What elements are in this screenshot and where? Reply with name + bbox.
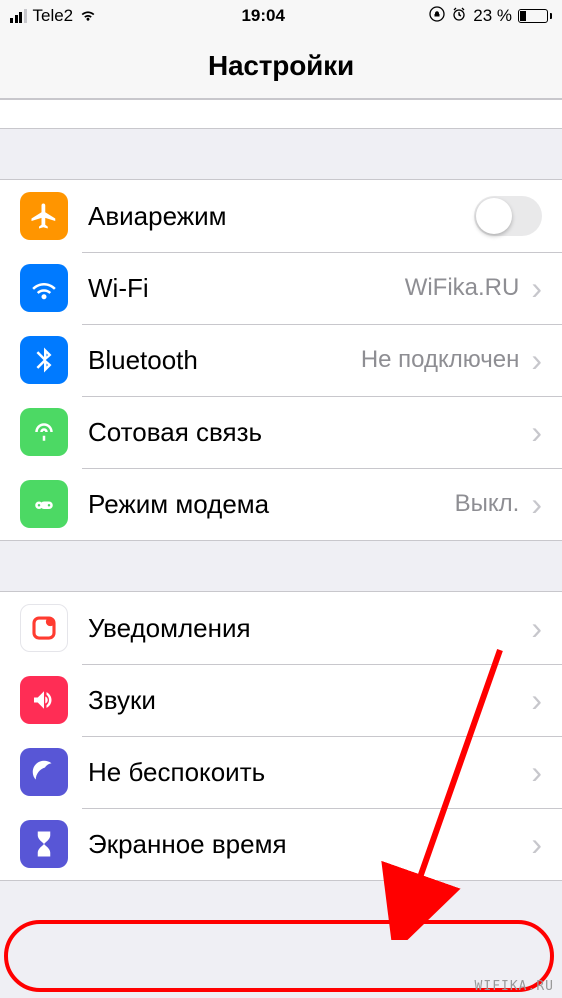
alarm-icon	[451, 6, 467, 27]
time-label: 19:04	[241, 6, 284, 26]
signal-icon	[10, 9, 27, 23]
notifications-icon	[20, 604, 68, 652]
chevron-right-icon: ›	[531, 756, 542, 788]
watermark: WIFIKA.RU	[475, 979, 554, 994]
toggle-thumb	[476, 198, 512, 234]
notifications-row[interactable]: Уведомления ›	[0, 592, 562, 664]
battery-icon	[518, 9, 552, 23]
dnd-label: Не беспокоить	[88, 757, 531, 788]
settings-group-system: Уведомления › Звуки › Не беспокоить › Эк…	[0, 591, 562, 881]
hotspot-row[interactable]: Режим модема Выкл. ›	[0, 468, 562, 540]
sounds-label: Звуки	[88, 685, 531, 716]
hotspot-icon	[20, 480, 68, 528]
chevron-right-icon: ›	[531, 344, 542, 376]
battery-percent: 23 %	[473, 6, 512, 26]
airplane-toggle[interactable]	[474, 196, 542, 236]
bluetooth-value: Не подключен	[361, 346, 520, 374]
sounds-icon	[20, 676, 68, 724]
chevron-right-icon: ›	[531, 612, 542, 644]
chevron-right-icon: ›	[531, 828, 542, 860]
search-row-peek[interactable]	[0, 99, 562, 129]
wifi-icon	[79, 6, 97, 27]
status-right: 23 %	[429, 6, 552, 27]
wifi-icon	[20, 264, 68, 312]
settings-group-connectivity: Авиарежим Wi-Fi WiFika.RU › Bluetooth Не…	[0, 179, 562, 541]
cellular-label: Сотовая связь	[88, 417, 531, 448]
wifi-row[interactable]: Wi-Fi WiFika.RU ›	[0, 252, 562, 324]
screentime-row[interactable]: Экранное время ›	[0, 808, 562, 880]
hotspot-value: Выкл.	[455, 490, 520, 518]
dnd-row[interactable]: Не беспокоить ›	[0, 736, 562, 808]
screentime-label: Экранное время	[88, 829, 531, 860]
chevron-right-icon: ›	[531, 488, 542, 520]
bluetooth-row[interactable]: Bluetooth Не подключен ›	[0, 324, 562, 396]
sounds-row[interactable]: Звуки ›	[0, 664, 562, 736]
wifi-value: WiFika.RU	[405, 274, 520, 302]
notifications-label: Уведомления	[88, 613, 531, 644]
chevron-right-icon: ›	[531, 272, 542, 304]
screentime-icon	[20, 820, 68, 868]
bluetooth-icon	[20, 336, 68, 384]
dnd-icon	[20, 748, 68, 796]
chevron-right-icon: ›	[531, 416, 542, 448]
airplane-icon	[20, 192, 68, 240]
header: Настройки	[0, 32, 562, 99]
status-bar: Tele2 19:04 23 %	[0, 0, 562, 32]
cellular-row[interactable]: Сотовая связь ›	[0, 396, 562, 468]
annotation-highlight-ring	[4, 920, 554, 992]
hotspot-label: Режим модема	[88, 489, 455, 520]
cellular-icon	[20, 408, 68, 456]
airplane-mode-row[interactable]: Авиарежим	[0, 180, 562, 252]
page-title: Настройки	[0, 50, 562, 82]
bluetooth-label: Bluetooth	[88, 345, 361, 376]
carrier-label: Tele2	[33, 6, 74, 26]
wifi-label: Wi-Fi	[88, 273, 405, 304]
chevron-right-icon: ›	[531, 684, 542, 716]
orientation-lock-icon	[429, 6, 445, 27]
status-left: Tele2	[10, 6, 97, 27]
airplane-label: Авиарежим	[88, 201, 474, 232]
